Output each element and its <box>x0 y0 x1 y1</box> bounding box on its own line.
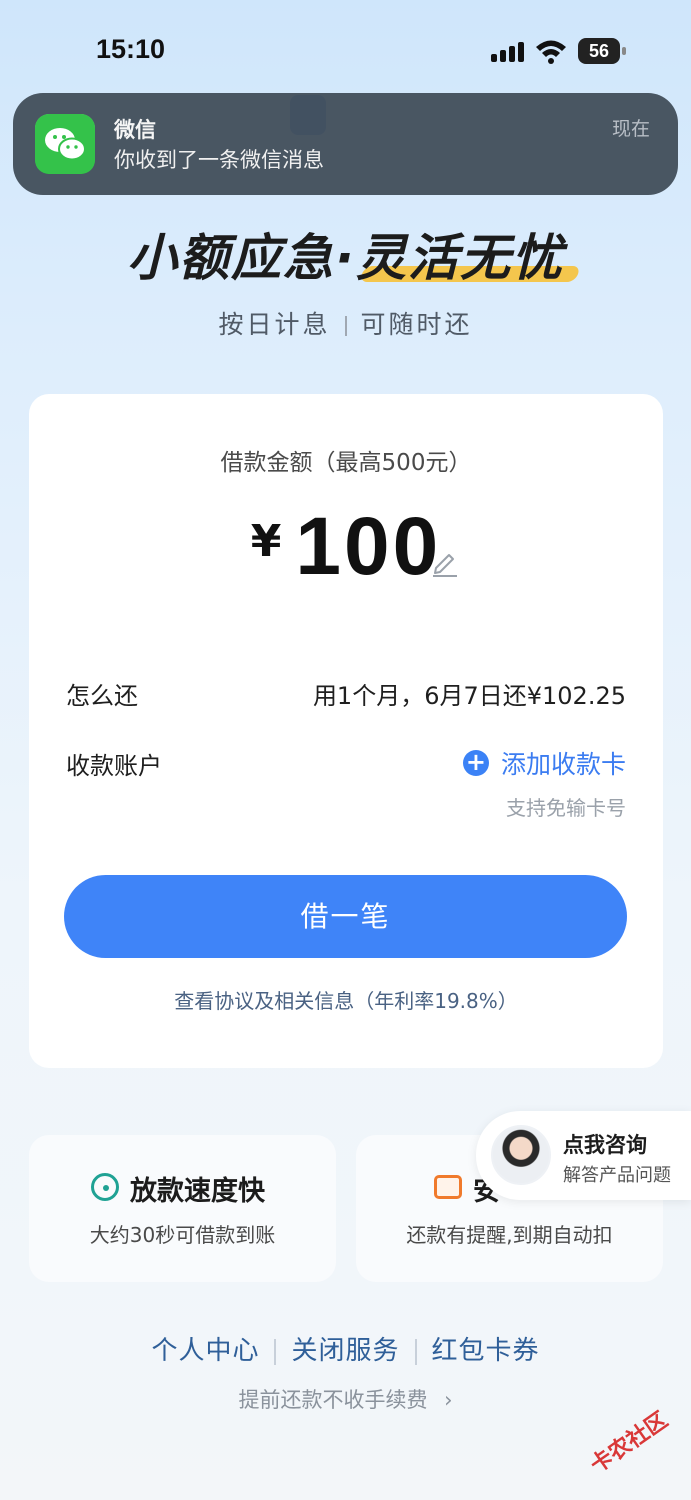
consult-subtitle: 解答产品问题 <box>563 1165 671 1186</box>
currency-symbol: ¥ <box>250 516 282 567</box>
prepay-note[interactable]: 提前还款不收手续费 › <box>0 1384 691 1414</box>
chevron-right-icon: › <box>444 1388 453 1412</box>
plus-icon: + <box>462 750 489 776</box>
agreement-link[interactable]: 查看协议及相关信息（年利率19.8%） <box>29 985 663 1014</box>
feature-speed-desc: 大约30秒可借款到账 <box>89 1223 276 1247</box>
borrow-button[interactable]: 借一笔 <box>64 875 627 958</box>
consult-widget[interactable]: 点我咨询 解答产品问题 <box>476 1111 691 1200</box>
amount-label: 借款金额（最高500元） <box>220 450 472 476</box>
prepay-note-text: 提前还款不收手续费 <box>238 1388 428 1412</box>
status-time: 15:10 <box>96 34 166 64</box>
notification-message: 你收到了一条微信消息 <box>114 148 324 172</box>
notification-app-name: 微信 <box>114 118 156 142</box>
signal-icon <box>491 40 525 62</box>
status-bar: 15:10 56 <box>0 0 691 100</box>
agent-avatar <box>491 1125 551 1185</box>
repay-value[interactable]: 用1个月，6月7日还¥102.25 <box>313 676 626 711</box>
amount-row[interactable]: ¥100 <box>29 500 663 594</box>
notification-time: 现在 <box>611 118 650 140</box>
hero-title: 小额应急·灵活无忧 <box>127 229 564 287</box>
personal-center-link[interactable]: 个人中心 <box>151 1336 259 1366</box>
close-service-link[interactable]: 关闭服务 <box>291 1336 399 1366</box>
speed-icon <box>91 1173 119 1201</box>
consult-title: 点我咨询 <box>563 1133 647 1157</box>
edit-icon[interactable] <box>431 549 459 577</box>
add-card-hint: 支持免输卡号 <box>506 796 626 820</box>
hero-sub-right: 可随时还 <box>360 310 473 339</box>
add-card-button[interactable]: + 添加收款卡 <box>462 745 626 781</box>
account-label: 收款账户 <box>66 752 162 780</box>
hero-subtitle: 按日计息 可随时还 <box>0 305 691 341</box>
wechat-notification[interactable]: 微信 你收到了一条微信消息 现在 <box>13 93 678 195</box>
wechat-icon <box>35 114 95 174</box>
add-card-label: 添加收款卡 <box>500 750 626 779</box>
feature-card-speed: 放款速度快 大约30秒可借款到账 <box>29 1135 336 1282</box>
amount-value[interactable]: 100 <box>295 501 441 592</box>
battery-level: 56 <box>578 38 620 64</box>
wifi-icon <box>536 40 566 64</box>
hero-sub-left: 按日计息 <box>218 310 331 339</box>
bottom-nav: 个人中心 关闭服务 红包卡券 <box>0 1330 691 1367</box>
feature-speed-title: 放款速度快 <box>130 1176 265 1207</box>
coupons-link[interactable]: 红包卡券 <box>432 1336 540 1366</box>
loan-card: 借款金额（最高500元） ¥100 怎么还 用1个月，6月7日还¥102.25 … <box>29 394 663 1068</box>
feature-safety-desc: 还款有提醒,到期自动扣 <box>406 1223 613 1247</box>
wallet-icon <box>434 1175 462 1199</box>
repay-label: 怎么还 <box>66 682 138 710</box>
battery-icon: 56 <box>578 38 626 64</box>
